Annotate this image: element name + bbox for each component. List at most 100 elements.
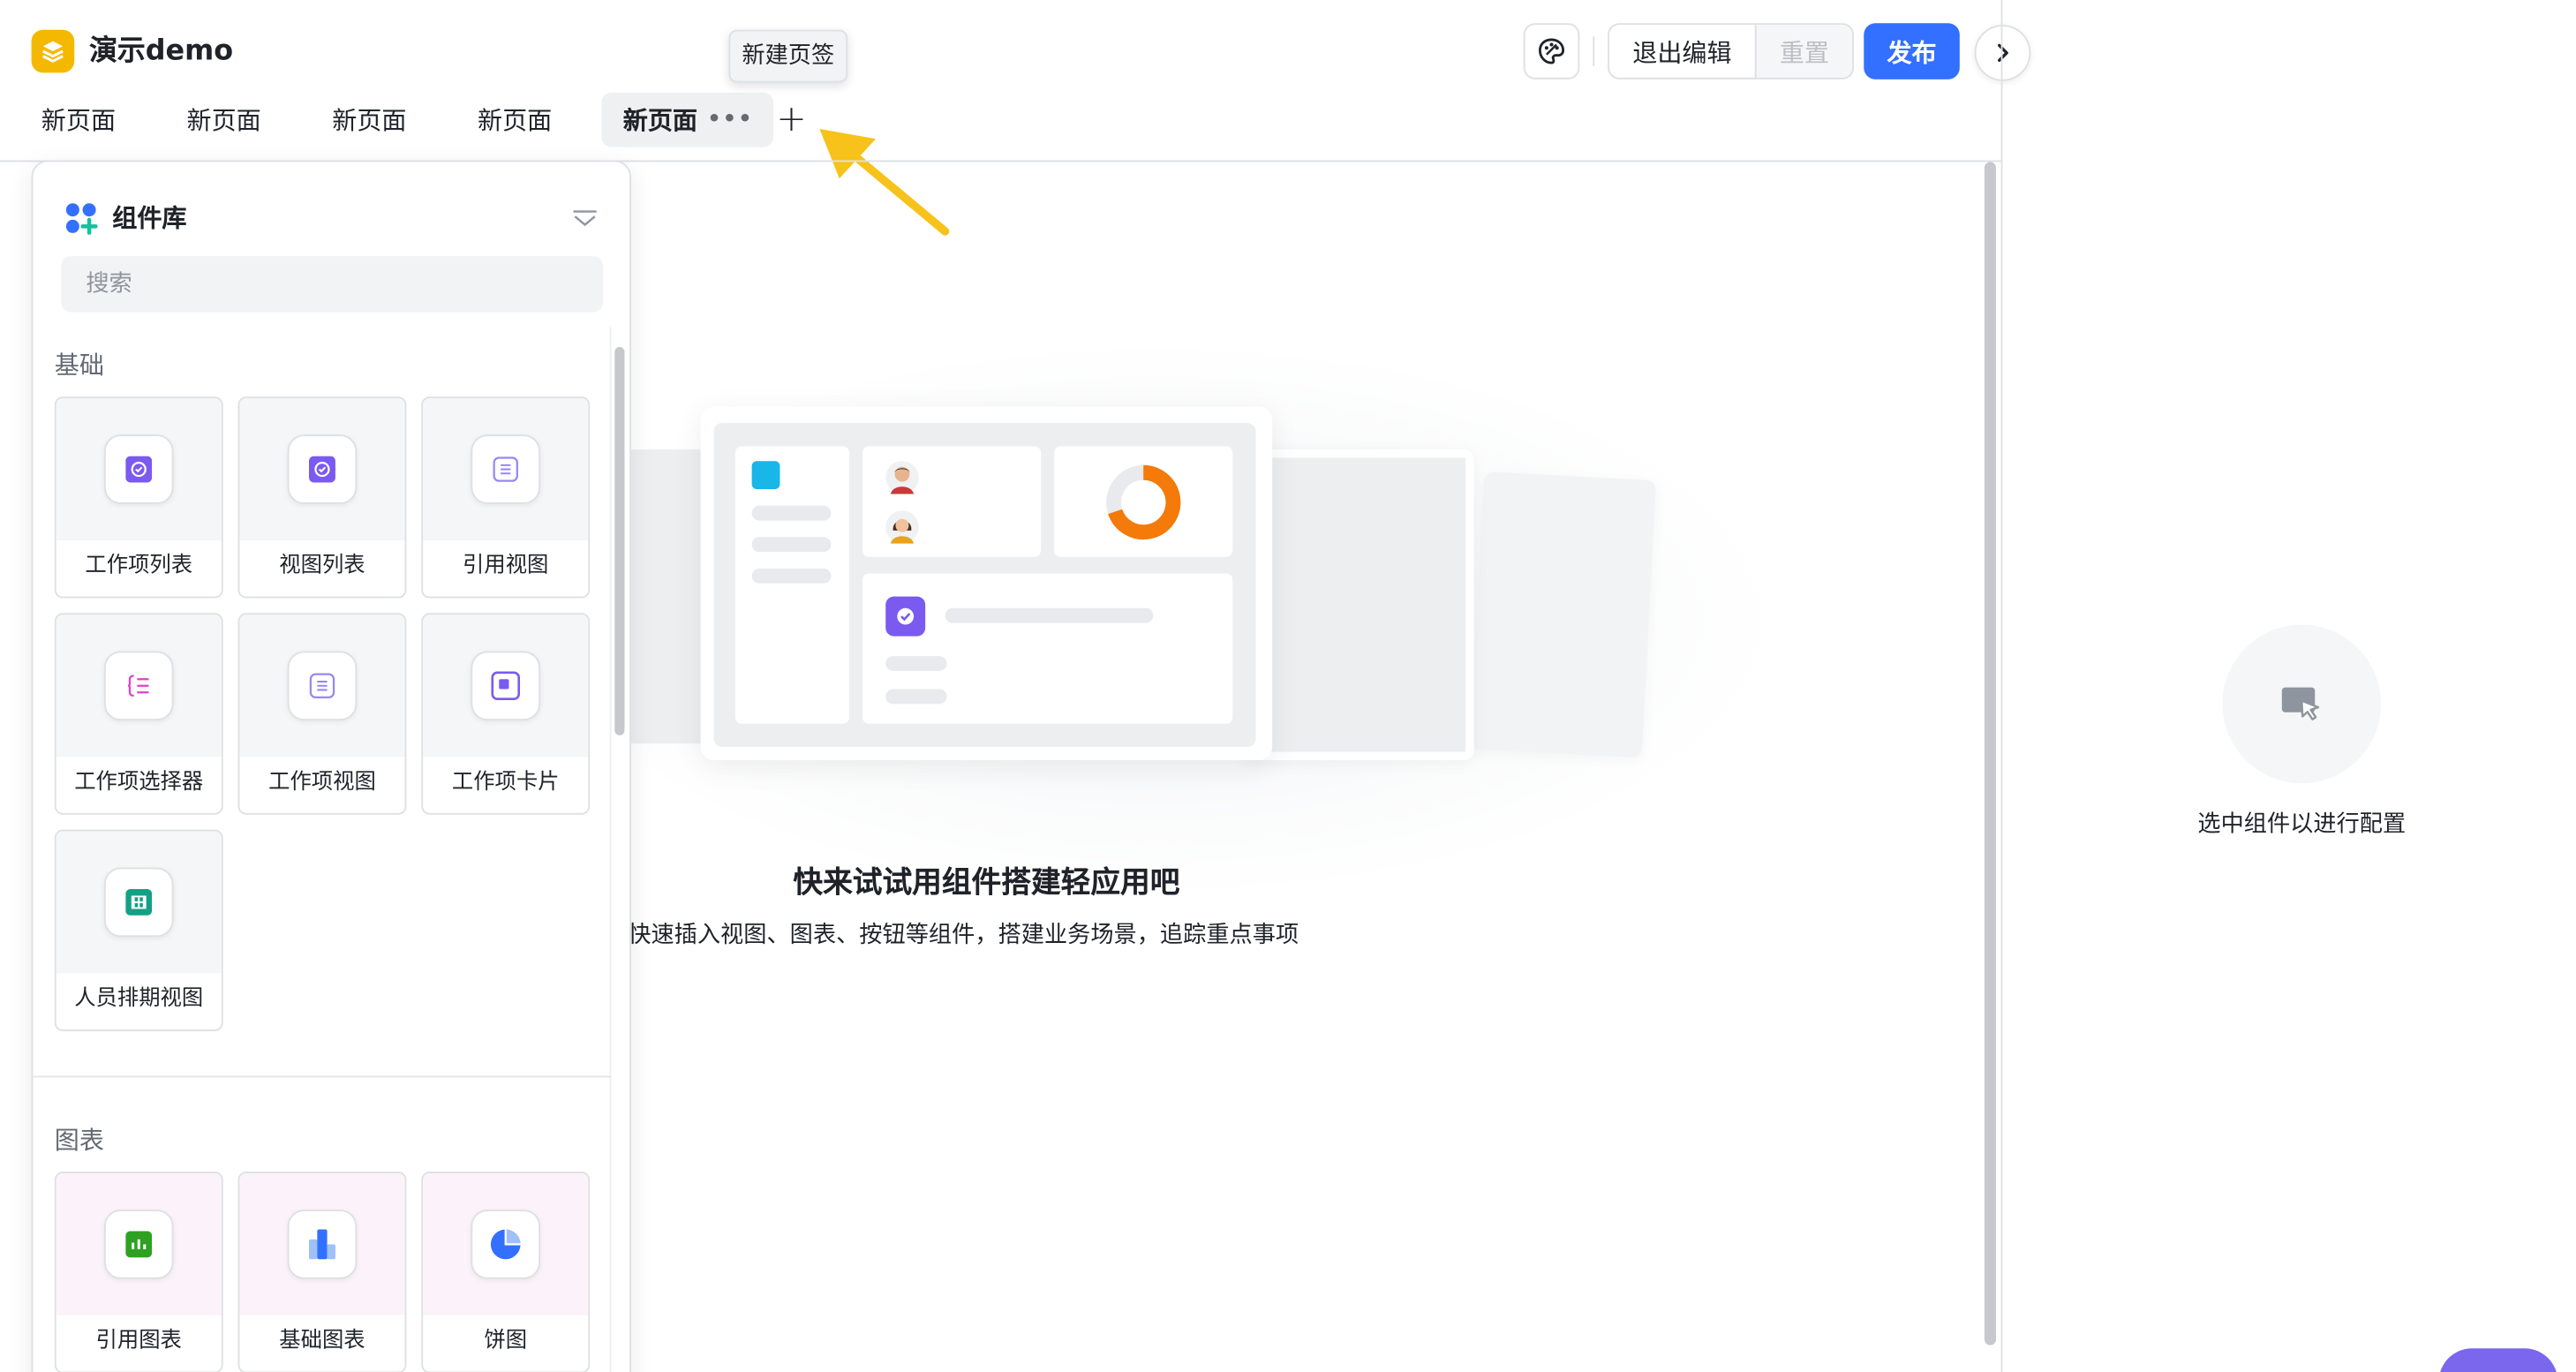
component-card-basic-chart[interactable]: 基础图表 (237, 1172, 407, 1372)
tab-label: 新页面 (186, 105, 261, 136)
app-root: 演示demo 新页面 新页面 新页面 新页面 新页面 ••• + 新建页签 退出编… (0, 0, 2576, 1372)
card-label: 饼图 (484, 1328, 528, 1353)
tab-page-2[interactable]: 新页面 (165, 93, 282, 147)
card-label: 工作项视图 (268, 770, 376, 795)
tab-page-3[interactable]: 新页面 (311, 93, 428, 147)
add-tab-button[interactable]: + (770, 96, 813, 142)
toolbar-divider (1593, 36, 1595, 66)
card-thumb (239, 398, 405, 541)
card-label: 工作项选择器 (74, 770, 204, 795)
illustration-main-card (700, 406, 1273, 760)
card-label: 工作项列表 (85, 554, 193, 579)
illustration-donut-card (1054, 446, 1233, 557)
empty-state-description: 快速插入视图、图表、按钮等组件，搭建业务场景，追踪重点事项 (628, 922, 1299, 949)
add-tab-tooltip: 新建页签 (728, 29, 848, 83)
card-icon-box (103, 434, 174, 504)
illustration-task-card (862, 573, 1233, 724)
tab-page-5-active[interactable]: 新页面 ••• (601, 92, 773, 147)
component-card-work-item-selector[interactable]: 工作项选择器 (54, 613, 223, 815)
component-card-reference-view[interactable]: 引用视图 (421, 396, 591, 599)
bar-chart-icon (125, 1231, 153, 1258)
tab-label: 新页面 (41, 105, 117, 136)
card-icon-box (103, 867, 174, 938)
list-doc-icon (493, 456, 518, 482)
card-icon-box (471, 651, 541, 721)
library-scrollbar[interactable] (614, 347, 625, 735)
card-thumb (423, 614, 589, 758)
card-thumb (239, 1172, 405, 1315)
illustration-people-card (862, 446, 1042, 557)
palette-icon (1539, 38, 1565, 64)
card-label: 人员排期视图 (74, 986, 204, 1012)
illustration-bar (751, 568, 832, 584)
exit-edit-button[interactable]: 退出编辑 (1609, 25, 1755, 78)
canvas-scrollbar[interactable] (1984, 162, 1997, 1346)
help-float-button[interactable] (2438, 1348, 2558, 1372)
library-scroll-track (609, 327, 612, 1372)
card-label: 工作项卡片 (451, 770, 560, 795)
card-icon-box (471, 1210, 541, 1279)
component-card-work-item-view[interactable]: 工作项视图 (237, 613, 407, 815)
selector-list-icon (127, 675, 149, 697)
tab-page-4[interactable]: 新页面 (456, 93, 574, 147)
card-label: 引用视图 (463, 554, 549, 579)
tab-label: 新页面 (622, 105, 698, 136)
config-hint-text: 选中组件以进行配置 (2197, 811, 2407, 838)
app-logo-icon (31, 29, 75, 73)
tab-label: 新页面 (332, 105, 407, 136)
avatar-man-icon (885, 461, 919, 494)
component-card-staff-schedule-view[interactable]: 人员排期视图 (54, 829, 223, 1031)
section-label-chart: 图表 (54, 1125, 104, 1156)
more-icon[interactable]: ••• (707, 108, 753, 132)
illustration-bar (751, 505, 832, 521)
components-icon (65, 203, 98, 235)
component-search-input[interactable] (61, 256, 604, 313)
component-card-view-list[interactable]: 视图列表 (237, 396, 407, 599)
card-thumb (56, 831, 222, 974)
list-doc-icon (309, 673, 335, 698)
component-card-work-item-list[interactable]: 工作项列表 (54, 396, 223, 599)
check-circle-icon (125, 456, 153, 483)
pointer-arrow-icon (819, 128, 950, 236)
chart-components-grid: 引用图表 基础图表 饼图 (54, 1172, 591, 1372)
illustration-bar (885, 689, 947, 705)
card-thumb (56, 398, 222, 541)
card-icon-box (287, 651, 358, 721)
basic-components-grid: 工作项列表 视图列表 引用视图 工作项选择器 工作项视图 工作项卡片 人员排期视… (54, 396, 591, 1031)
card-label: 引用图表 (95, 1328, 182, 1353)
check-circle-icon (309, 456, 335, 483)
component-card-pie-chart[interactable]: 饼图 (421, 1172, 591, 1372)
config-placeholder-circle (2222, 624, 2382, 784)
illustration-sidebar (734, 446, 850, 724)
card-icon-box (471, 434, 541, 504)
calendar-grid-icon (125, 888, 153, 916)
card-label: 基础图表 (279, 1328, 365, 1353)
pie-chart-icon (490, 1229, 521, 1260)
app-title: 演示demo (89, 34, 234, 68)
select-cursor-icon (2281, 687, 2320, 720)
card-icon-box (287, 434, 358, 504)
theme-palette-button[interactable] (1523, 23, 1580, 79)
card-thumb (423, 398, 589, 541)
library-title: 组件库 (112, 203, 187, 233)
component-library-panel: 组件库 基础 工作项列表 视图列表 引用视图 (31, 160, 631, 1372)
illustration-bar (885, 656, 947, 671)
card-thumb (423, 1172, 589, 1315)
page-tabs: 新页面 新页面 新页面 新页面 新页面 ••• (19, 92, 801, 147)
collapse-icon[interactable] (572, 205, 599, 231)
avatar-woman-icon (885, 510, 919, 544)
section-divider (33, 1075, 612, 1078)
edit-button-group: 退出编辑 重置 (1608, 23, 1855, 79)
publish-button[interactable]: 发布 (1864, 23, 1960, 79)
tab-page-1[interactable]: 新页面 (19, 93, 137, 147)
illustration-back-card (1242, 449, 1474, 760)
illustration-square (751, 461, 780, 490)
donut-chart-icon (1106, 464, 1181, 540)
tab-label: 新页面 (478, 105, 553, 136)
component-card-reference-chart[interactable]: 引用图表 (54, 1172, 223, 1372)
reset-button[interactable]: 重置 (1754, 25, 1853, 78)
illustration-bar (751, 537, 832, 553)
card-label: 视图列表 (279, 554, 365, 579)
component-card-work-item-card[interactable]: 工作项卡片 (421, 613, 591, 815)
card-square-icon (491, 671, 521, 701)
